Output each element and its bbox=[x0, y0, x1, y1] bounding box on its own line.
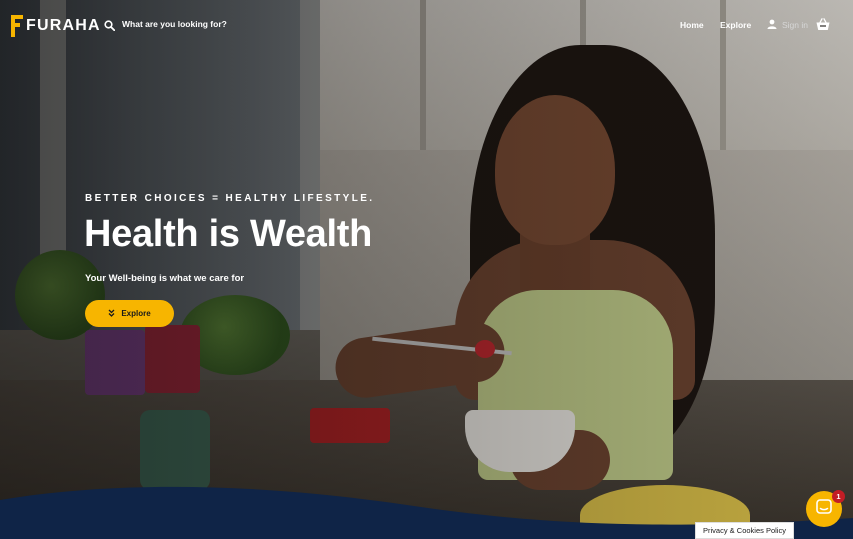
user-icon bbox=[767, 19, 777, 31]
hero-subtitle: Your Well-being is what we care for bbox=[85, 273, 245, 284]
cookie-policy-button[interactable]: Privacy & Cookies Policy bbox=[695, 522, 794, 539]
explore-button-label: Explore bbox=[121, 309, 151, 318]
explore-button[interactable]: Explore bbox=[85, 300, 174, 327]
signin-label: Sign in bbox=[782, 20, 808, 30]
double-chevron-down-icon bbox=[108, 309, 115, 319]
hero-overlay bbox=[0, 0, 853, 539]
hero-tagline: BETTER CHOICES = HEALTHY LIFESTYLE. bbox=[85, 193, 375, 204]
navbar: FURAHA Home Explore Sign in bbox=[0, 0, 853, 52]
search-input[interactable] bbox=[122, 18, 282, 29]
nav-link-home[interactable]: Home bbox=[680, 20, 704, 30]
basket-icon[interactable] bbox=[816, 18, 830, 31]
logo-icon bbox=[11, 15, 23, 37]
search-icon[interactable] bbox=[104, 18, 116, 32]
chat-icon bbox=[816, 498, 832, 520]
hero-headline: Health is Wealth bbox=[84, 213, 373, 255]
chat-unread-badge: 1 bbox=[832, 490, 845, 503]
brand-name: FURAHA bbox=[26, 17, 101, 34]
hero-image bbox=[0, 0, 853, 539]
brand-logo[interactable]: FURAHA bbox=[11, 15, 101, 37]
search-bar bbox=[104, 18, 282, 32]
signin-link[interactable]: Sign in bbox=[767, 19, 808, 31]
nav-link-explore[interactable]: Explore bbox=[720, 20, 751, 30]
